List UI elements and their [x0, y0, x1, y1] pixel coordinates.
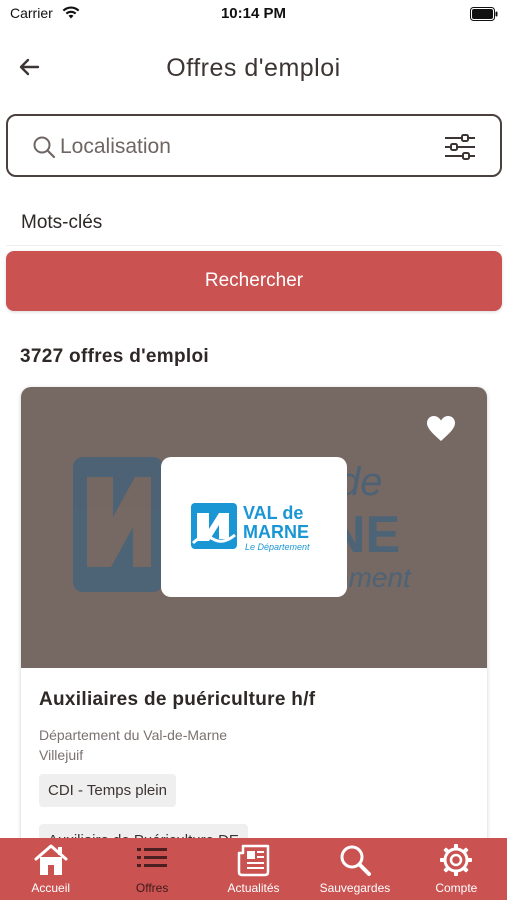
tab-label-actualites: Actualités — [227, 881, 280, 895]
status-bar: Carrier 10:14 PM — [0, 0, 507, 28]
list-icon — [136, 843, 168, 878]
filter-sliders-icon[interactable] — [444, 133, 476, 166]
page-title: Offres d'emploi — [166, 54, 341, 82]
employer-logo: VAL de MARNE Le Département — [161, 457, 347, 597]
gear-icon — [439, 843, 473, 882]
keywords-label: Mots-clés — [21, 212, 103, 233]
tab-offres[interactable]: Offres — [101, 838, 202, 900]
logo-line-2: MARNE — [243, 522, 309, 542]
card-banner: de NE ement VAL de MARNE Le Département — [21, 387, 487, 668]
tab-accueil[interactable]: Accueil — [0, 838, 101, 900]
job-title: Auxiliaires de puériculture h/f — [39, 689, 316, 710]
tab-label-offres: Offres — [135, 881, 169, 895]
battery-icon — [470, 7, 498, 26]
job-location: Villejuif — [39, 747, 84, 763]
heart-icon[interactable] — [426, 415, 456, 448]
home-icon — [33, 843, 69, 882]
tab-label-accueil: Accueil — [31, 881, 71, 895]
tab-label-sauvegardes: Sauvegardes — [319, 881, 391, 895]
search-icon — [338, 843, 372, 882]
tab-sauvegardes[interactable]: Sauvegardes — [304, 838, 405, 900]
job-card[interactable]: de NE ement VAL de MARNE Le Département … — [21, 387, 487, 857]
search-button[interactable]: Rechercher — [6, 251, 502, 311]
clock-label: 10:14 PM — [220, 5, 287, 22]
tab-bar: Accueil Offres Actualités Sauvegardes Co… — [0, 838, 507, 900]
tab-compte[interactable]: Compte — [406, 838, 507, 900]
tab-label-compte: Compte — [435, 881, 478, 895]
contract-tag: CDI - Temps plein — [39, 774, 176, 807]
tab-actualites[interactable]: Actualités — [203, 838, 304, 900]
results-count: 3727 offres d'emploi — [20, 346, 209, 367]
keywords-input[interactable]: Mots-clés — [6, 200, 502, 246]
job-employer: Département du Val-de-Marne — [39, 727, 228, 743]
logo-line-1: VAL de — [243, 503, 303, 523]
logo-line-3: Le Département — [245, 542, 310, 552]
nav-bar: Offres d'emploi — [0, 44, 507, 94]
location-search-input[interactable]: Localisation — [6, 114, 502, 177]
newspaper-icon — [237, 843, 271, 882]
search-icon — [32, 135, 56, 164]
location-placeholder: Localisation — [60, 135, 171, 158]
